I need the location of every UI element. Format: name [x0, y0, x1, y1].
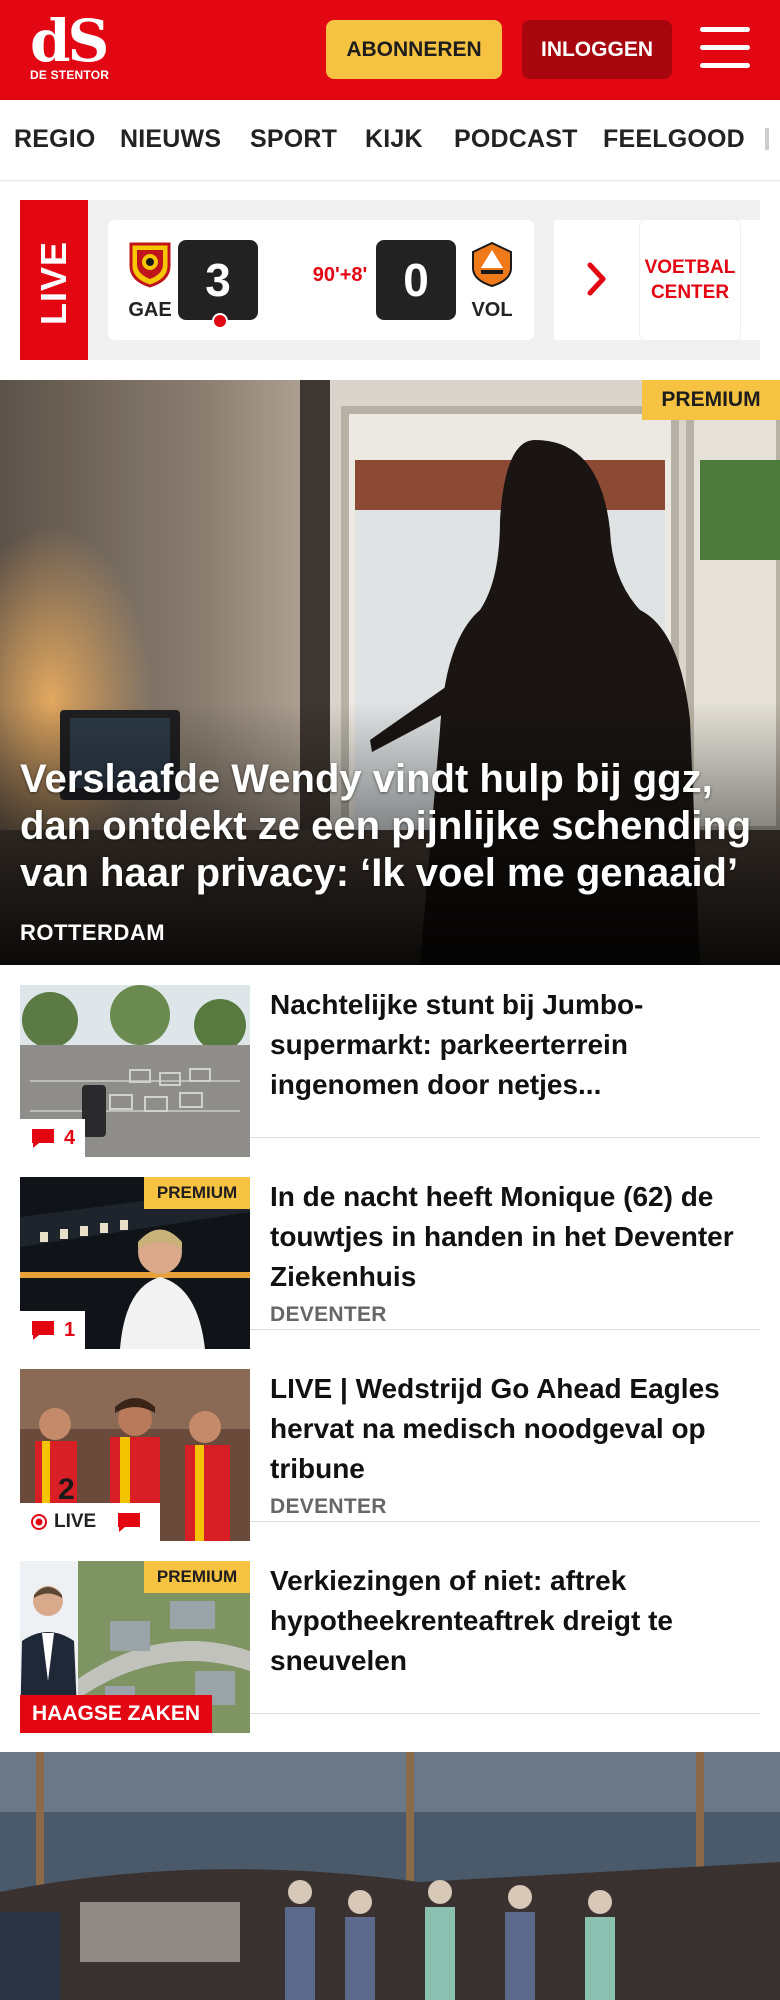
chevron-right-icon[interactable] [586, 262, 608, 296]
premium-badge: PREMIUM [144, 1177, 250, 1209]
voetbal-center-button[interactable]: VOETBAL CENTER [640, 220, 740, 340]
article-item[interactable]: PREMIUM HAAGSE ZAKEN Verkiezingen of nie… [20, 1541, 760, 1733]
comment-icon [118, 1513, 141, 1532]
comment-count-value: 1 [64, 1318, 76, 1341]
article-title[interactable]: Nachtelijke stunt bij Jumbo-supermarkt: … [270, 985, 760, 1105]
nav-item-sport[interactable]: SPORT [250, 125, 337, 154]
away-team: VOL [466, 240, 518, 322]
away-score: 0 [376, 240, 456, 320]
article-thumbnail: PREMIUM 1 [20, 1177, 250, 1349]
nav-overflow-indicator [765, 128, 769, 150]
nav-item-kijk[interactable]: KIJK [365, 125, 423, 154]
comment-count[interactable]: 1 [20, 1311, 86, 1349]
article-item[interactable]: 4 Nachtelijke stunt bij Jumbo-supermarkt… [20, 965, 760, 1157]
nav-item-feelgood[interactable]: FEELGOOD [603, 125, 745, 154]
article-location: DEVENTER [270, 1495, 387, 1518]
comment-icon [32, 1321, 54, 1340]
logo-subtitle: DE STENTOR [30, 68, 110, 82]
hamburger-menu-icon[interactable] [700, 27, 750, 71]
live-tab: LIVE [20, 200, 88, 360]
article-title[interactable]: Verkiezingen of niet: aftrek hypotheekre… [270, 1561, 760, 1681]
scores-nav-card: VOETBAL CENTER [554, 220, 760, 340]
nav-item-nieuws[interactable]: NIEUWS [120, 125, 221, 154]
live-comment-badge[interactable]: LIVE [20, 1503, 160, 1541]
article-title[interactable]: LIVE | Wedstrijd Go Ahead Eagles hervat … [270, 1369, 760, 1489]
comment-count[interactable]: 4 [20, 1119, 86, 1157]
home-score: 3 [178, 240, 258, 329]
featured-image[interactable] [0, 1752, 780, 2000]
comment-count-value: 4 [64, 1126, 76, 1149]
live-badge-label: LIVE [54, 1511, 97, 1532]
svg-text:2: 2 [58, 1473, 75, 1506]
article-thumbnail: 2 LIVE [20, 1369, 250, 1541]
article-item[interactable]: 2 LIVE LIVE | Wedstrijd Go Ahead Eagles … [20, 1349, 760, 1541]
logo-mark: dS [30, 7, 109, 75]
article-thumbnail: 4 [20, 985, 250, 1157]
live-scores-strip: LIVE GAE 3 90'+8' 0 VOL VOETBAL CENTER [20, 200, 760, 360]
nav-item-podcast[interactable]: PODCAST [454, 125, 578, 154]
article-title[interactable]: In de nacht heeft Monique (62) de touwtj… [270, 1177, 760, 1297]
harbor-crowd-image [0, 1752, 780, 2000]
login-button[interactable]: INLOGGEN [522, 20, 672, 79]
home-score-value: 3 [205, 254, 231, 306]
premium-badge: PREMIUM [642, 380, 780, 420]
haagse-zaken-tag[interactable]: HAAGSE ZAKEN [20, 1695, 213, 1733]
fc-volendam-crest-icon [472, 241, 512, 288]
section-nav: REGIO NIEUWS SPORT KIJK PODCAST FEELGOOD [0, 100, 780, 181]
subscribe-button[interactable]: ABONNEREN [326, 20, 502, 79]
site-header: dS DE STENTOR ABONNEREN INLOGGEN [0, 0, 780, 100]
comment-icon [32, 1129, 54, 1148]
premium-badge: PREMIUM [144, 1561, 250, 1593]
article-location: DEVENTER [270, 1303, 387, 1326]
nav-item-regio[interactable]: REGIO [14, 125, 96, 154]
hero-article[interactable]: PREMIUM Verslaafde Wendy vindt hulp bij … [0, 380, 780, 965]
hero-title[interactable]: Verslaafde Wendy vindt hulp bij ggz, dan… [20, 756, 765, 897]
match-minute: 90'+8' [312, 264, 368, 286]
live-dot-icon [31, 1514, 47, 1530]
article-item[interactable]: PREMIUM 1 In de nacht heeft Monique (62)… [20, 1157, 760, 1349]
hero-location: ROTTERDAM [20, 920, 166, 945]
go-ahead-eagles-crest-icon [129, 242, 171, 288]
live-indicator-dot [212, 313, 228, 329]
match-card[interactable]: GAE 3 90'+8' 0 VOL [108, 220, 534, 340]
home-team-abbr: GAE [128, 299, 172, 321]
home-team: GAE [124, 240, 176, 322]
logo[interactable]: dS DE STENTOR [30, 12, 109, 82]
live-label: LIVE [33, 241, 74, 326]
article-thumbnail: PREMIUM HAAGSE ZAKEN [20, 1561, 250, 1733]
away-team-abbr: VOL [471, 299, 513, 321]
away-score-value: 0 [403, 254, 429, 306]
